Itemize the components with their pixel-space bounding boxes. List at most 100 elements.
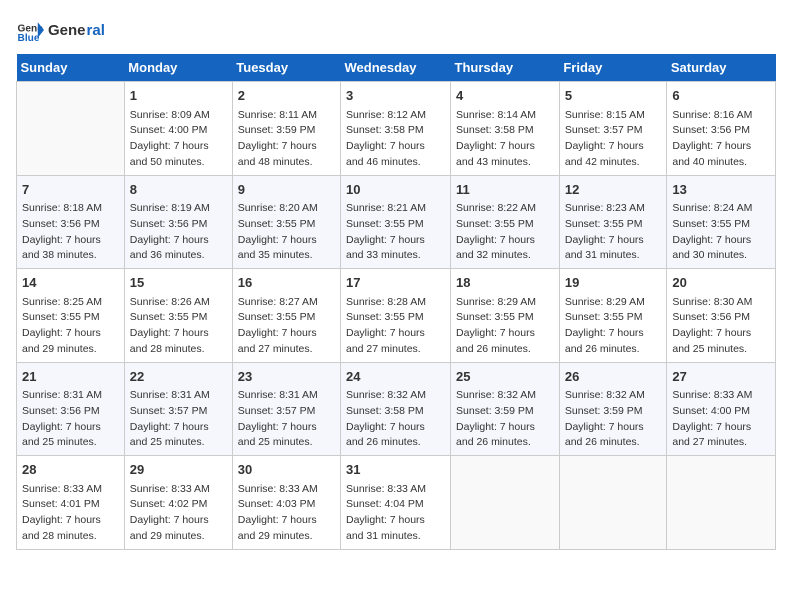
day-number: 3 [346, 86, 445, 106]
svg-text:Blue: Blue [18, 33, 40, 44]
column-header-thursday: Thursday [451, 54, 560, 82]
day-number: 29 [130, 460, 227, 480]
column-header-saturday: Saturday [667, 54, 776, 82]
day-number: 11 [456, 180, 554, 200]
day-info: Sunrise: 8:33 AMSunset: 4:01 PMDaylight:… [22, 482, 119, 545]
calendar-cell: 14Sunrise: 8:25 AMSunset: 3:55 PMDayligh… [17, 269, 125, 363]
day-number: 10 [346, 180, 445, 200]
logo-general: Gene [48, 22, 86, 39]
day-number: 24 [346, 367, 445, 387]
calendar-cell: 6Sunrise: 8:16 AMSunset: 3:56 PMDaylight… [667, 82, 776, 176]
page-header: Gene Blue Gene ral [16, 16, 776, 44]
day-number: 17 [346, 273, 445, 293]
day-info: Sunrise: 8:29 AMSunset: 3:55 PMDaylight:… [565, 295, 662, 358]
calendar-cell: 20Sunrise: 8:30 AMSunset: 3:56 PMDayligh… [667, 269, 776, 363]
calendar-cell: 4Sunrise: 8:14 AMSunset: 3:58 PMDaylight… [451, 82, 560, 176]
day-info: Sunrise: 8:15 AMSunset: 3:57 PMDaylight:… [565, 108, 662, 171]
calendar-cell [667, 456, 776, 550]
day-number: 27 [672, 367, 770, 387]
week-row-3: 14Sunrise: 8:25 AMSunset: 3:55 PMDayligh… [17, 269, 776, 363]
day-info: Sunrise: 8:31 AMSunset: 3:57 PMDaylight:… [238, 388, 335, 451]
calendar-cell [17, 82, 125, 176]
day-number: 4 [456, 86, 554, 106]
calendar-cell: 29Sunrise: 8:33 AMSunset: 4:02 PMDayligh… [124, 456, 232, 550]
day-number: 8 [130, 180, 227, 200]
day-number: 22 [130, 367, 227, 387]
day-info: Sunrise: 8:33 AMSunset: 4:00 PMDaylight:… [672, 388, 770, 451]
calendar-cell: 10Sunrise: 8:21 AMSunset: 3:55 PMDayligh… [341, 175, 451, 269]
calendar-cell: 13Sunrise: 8:24 AMSunset: 3:55 PMDayligh… [667, 175, 776, 269]
calendar-cell [451, 456, 560, 550]
calendar-cell: 17Sunrise: 8:28 AMSunset: 3:55 PMDayligh… [341, 269, 451, 363]
day-info: Sunrise: 8:18 AMSunset: 3:56 PMDaylight:… [22, 201, 119, 264]
calendar-cell: 23Sunrise: 8:31 AMSunset: 3:57 PMDayligh… [232, 362, 340, 456]
calendar-cell: 2Sunrise: 8:11 AMSunset: 3:59 PMDaylight… [232, 82, 340, 176]
day-info: Sunrise: 8:09 AMSunset: 4:00 PMDaylight:… [130, 108, 227, 171]
day-info: Sunrise: 8:19 AMSunset: 3:56 PMDaylight:… [130, 201, 227, 264]
day-info: Sunrise: 8:28 AMSunset: 3:55 PMDaylight:… [346, 295, 445, 358]
column-header-row: SundayMondayTuesdayWednesdayThursdayFrid… [17, 54, 776, 82]
calendar-cell: 8Sunrise: 8:19 AMSunset: 3:56 PMDaylight… [124, 175, 232, 269]
calendar-cell: 31Sunrise: 8:33 AMSunset: 4:04 PMDayligh… [341, 456, 451, 550]
day-info: Sunrise: 8:24 AMSunset: 3:55 PMDaylight:… [672, 201, 770, 264]
day-number: 23 [238, 367, 335, 387]
week-row-5: 28Sunrise: 8:33 AMSunset: 4:01 PMDayligh… [17, 456, 776, 550]
logo: Gene Blue Gene ral [16, 16, 105, 44]
calendar-cell: 12Sunrise: 8:23 AMSunset: 3:55 PMDayligh… [559, 175, 667, 269]
day-info: Sunrise: 8:20 AMSunset: 3:55 PMDaylight:… [238, 201, 335, 264]
day-info: Sunrise: 8:27 AMSunset: 3:55 PMDaylight:… [238, 295, 335, 358]
day-number: 14 [22, 273, 119, 293]
calendar-cell: 22Sunrise: 8:31 AMSunset: 3:57 PMDayligh… [124, 362, 232, 456]
day-number: 6 [672, 86, 770, 106]
week-row-4: 21Sunrise: 8:31 AMSunset: 3:56 PMDayligh… [17, 362, 776, 456]
calendar-cell: 27Sunrise: 8:33 AMSunset: 4:00 PMDayligh… [667, 362, 776, 456]
day-info: Sunrise: 8:14 AMSunset: 3:58 PMDaylight:… [456, 108, 554, 171]
day-number: 2 [238, 86, 335, 106]
day-info: Sunrise: 8:26 AMSunset: 3:55 PMDaylight:… [130, 295, 227, 358]
calendar-cell: 15Sunrise: 8:26 AMSunset: 3:55 PMDayligh… [124, 269, 232, 363]
calendar-cell: 1Sunrise: 8:09 AMSunset: 4:00 PMDaylight… [124, 82, 232, 176]
day-info: Sunrise: 8:31 AMSunset: 3:56 PMDaylight:… [22, 388, 119, 451]
day-number: 12 [565, 180, 662, 200]
calendar-cell: 28Sunrise: 8:33 AMSunset: 4:01 PMDayligh… [17, 456, 125, 550]
calendar-cell: 7Sunrise: 8:18 AMSunset: 3:56 PMDaylight… [17, 175, 125, 269]
day-info: Sunrise: 8:32 AMSunset: 3:59 PMDaylight:… [565, 388, 662, 451]
calendar-cell: 16Sunrise: 8:27 AMSunset: 3:55 PMDayligh… [232, 269, 340, 363]
calendar-cell: 11Sunrise: 8:22 AMSunset: 3:55 PMDayligh… [451, 175, 560, 269]
calendar-cell: 9Sunrise: 8:20 AMSunset: 3:55 PMDaylight… [232, 175, 340, 269]
day-info: Sunrise: 8:30 AMSunset: 3:56 PMDaylight:… [672, 295, 770, 358]
calendar-cell: 30Sunrise: 8:33 AMSunset: 4:03 PMDayligh… [232, 456, 340, 550]
day-info: Sunrise: 8:16 AMSunset: 3:56 PMDaylight:… [672, 108, 770, 171]
column-header-monday: Monday [124, 54, 232, 82]
day-info: Sunrise: 8:22 AMSunset: 3:55 PMDaylight:… [456, 201, 554, 264]
day-number: 1 [130, 86, 227, 106]
day-number: 7 [22, 180, 119, 200]
day-info: Sunrise: 8:23 AMSunset: 3:55 PMDaylight:… [565, 201, 662, 264]
calendar-cell: 18Sunrise: 8:29 AMSunset: 3:55 PMDayligh… [451, 269, 560, 363]
calendar-cell: 24Sunrise: 8:32 AMSunset: 3:58 PMDayligh… [341, 362, 451, 456]
day-info: Sunrise: 8:33 AMSunset: 4:03 PMDaylight:… [238, 482, 335, 545]
day-info: Sunrise: 8:25 AMSunset: 3:55 PMDaylight:… [22, 295, 119, 358]
column-header-wednesday: Wednesday [341, 54, 451, 82]
calendar-cell: 5Sunrise: 8:15 AMSunset: 3:57 PMDaylight… [559, 82, 667, 176]
column-header-sunday: Sunday [17, 54, 125, 82]
day-info: Sunrise: 8:12 AMSunset: 3:58 PMDaylight:… [346, 108, 445, 171]
logo-blue: ral [87, 22, 105, 39]
day-number: 25 [456, 367, 554, 387]
logo-icon: Gene Blue [16, 16, 44, 44]
day-number: 9 [238, 180, 335, 200]
calendar-cell: 25Sunrise: 8:32 AMSunset: 3:59 PMDayligh… [451, 362, 560, 456]
day-number: 19 [565, 273, 662, 293]
calendar-cell: 19Sunrise: 8:29 AMSunset: 3:55 PMDayligh… [559, 269, 667, 363]
day-number: 16 [238, 273, 335, 293]
day-info: Sunrise: 8:33 AMSunset: 4:04 PMDaylight:… [346, 482, 445, 545]
day-number: 28 [22, 460, 119, 480]
day-number: 21 [22, 367, 119, 387]
calendar-table: SundayMondayTuesdayWednesdayThursdayFrid… [16, 54, 776, 550]
week-row-1: 1Sunrise: 8:09 AMSunset: 4:00 PMDaylight… [17, 82, 776, 176]
day-number: 30 [238, 460, 335, 480]
week-row-2: 7Sunrise: 8:18 AMSunset: 3:56 PMDaylight… [17, 175, 776, 269]
day-info: Sunrise: 8:29 AMSunset: 3:55 PMDaylight:… [456, 295, 554, 358]
day-info: Sunrise: 8:32 AMSunset: 3:58 PMDaylight:… [346, 388, 445, 451]
day-info: Sunrise: 8:31 AMSunset: 3:57 PMDaylight:… [130, 388, 227, 451]
